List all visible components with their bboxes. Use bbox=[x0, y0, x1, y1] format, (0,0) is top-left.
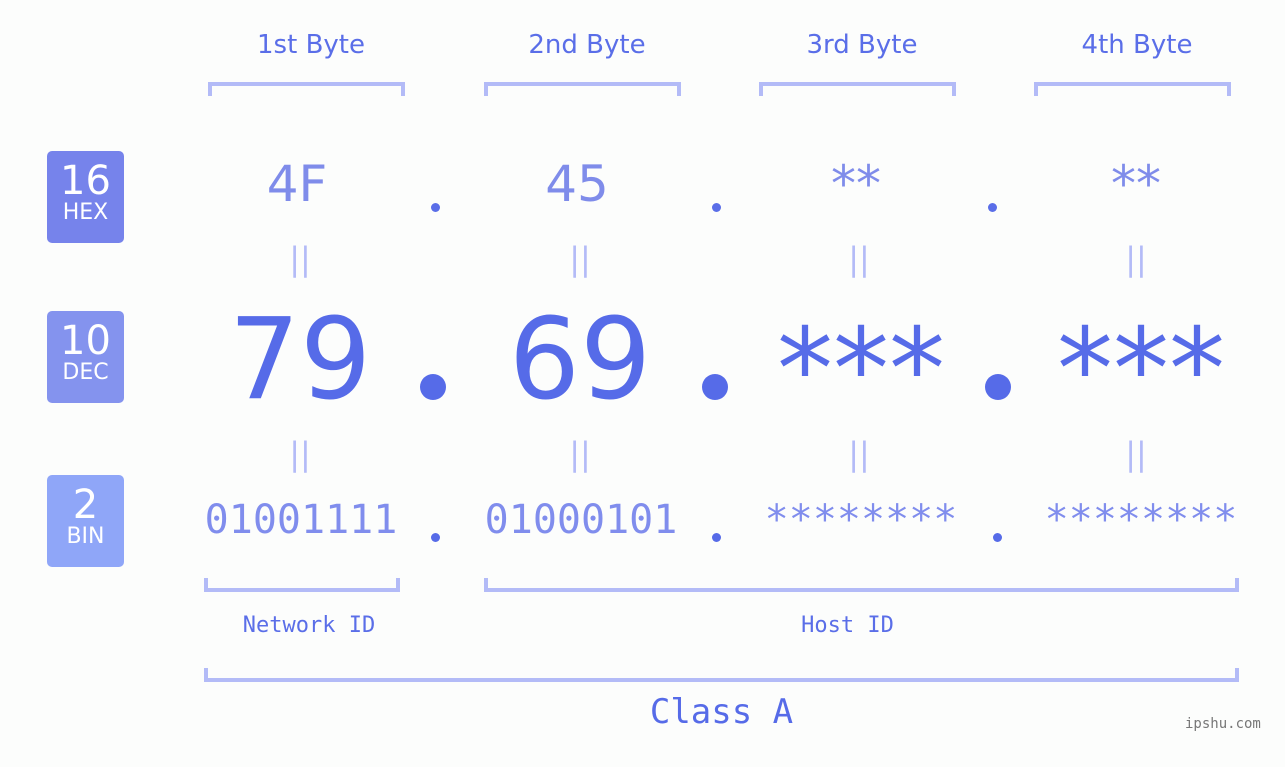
equals-sign: || bbox=[848, 240, 870, 278]
network-id-bracket bbox=[204, 578, 400, 592]
hex-byte-1: 4F bbox=[266, 155, 328, 213]
byte-header-2: 2nd Byte bbox=[528, 30, 646, 60]
equals-sign: || bbox=[569, 435, 591, 473]
byte-header-4: 4th Byte bbox=[1081, 30, 1193, 60]
watermark: ipshu.com bbox=[1185, 716, 1261, 732]
hex-badge: 16 HEX bbox=[47, 151, 124, 243]
dec-separator-dot bbox=[420, 374, 446, 400]
dec-base-number: 10 bbox=[60, 318, 111, 364]
dec-byte-1: 79 bbox=[228, 295, 372, 425]
equals-sign: || bbox=[289, 435, 311, 473]
byte-header-3: 3rd Byte bbox=[806, 30, 918, 60]
dec-separator-dot bbox=[985, 374, 1011, 400]
byte-1-bracket bbox=[208, 82, 405, 96]
network-id-label: Network ID bbox=[242, 613, 376, 638]
dec-byte-4: *** bbox=[1057, 305, 1225, 435]
hex-base-number: 16 bbox=[60, 158, 111, 204]
bin-byte-2: 01000101 bbox=[484, 497, 678, 543]
byte-3-bracket bbox=[759, 82, 956, 96]
byte-2-bracket bbox=[484, 82, 681, 96]
equals-sign: || bbox=[289, 240, 311, 278]
hex-byte-4: ** bbox=[1111, 155, 1161, 213]
hex-base-label: HEX bbox=[62, 200, 109, 225]
bin-byte-4: ******** bbox=[1044, 497, 1238, 543]
bin-base-number: 2 bbox=[72, 482, 99, 528]
hex-byte-2: 45 bbox=[545, 155, 609, 213]
class-label: Class A bbox=[649, 692, 794, 732]
equals-sign: || bbox=[848, 435, 870, 473]
equals-sign: || bbox=[569, 240, 591, 278]
bin-separator-dot bbox=[993, 533, 1002, 542]
bin-base-label: BIN bbox=[66, 524, 105, 549]
dec-byte-3: *** bbox=[777, 305, 945, 435]
hex-separator-dot bbox=[712, 203, 721, 212]
byte-4-bracket bbox=[1034, 82, 1231, 96]
bin-separator-dot bbox=[712, 533, 721, 542]
hex-separator-dot bbox=[988, 203, 997, 212]
dec-badge: 10 DEC bbox=[47, 311, 124, 403]
bin-badge: 2 BIN bbox=[47, 475, 124, 567]
dec-base-label: DEC bbox=[62, 360, 109, 385]
hex-byte-3: ** bbox=[831, 155, 881, 213]
host-id-label: Host ID bbox=[801, 613, 894, 638]
equals-sign: || bbox=[1125, 435, 1147, 473]
equals-sign: || bbox=[1125, 240, 1147, 278]
dec-separator-dot bbox=[702, 374, 728, 400]
bin-byte-1: 01001111 bbox=[204, 497, 398, 543]
host-id-bracket bbox=[484, 578, 1239, 592]
class-bracket bbox=[204, 668, 1239, 682]
bin-separator-dot bbox=[431, 533, 440, 542]
dec-byte-2: 69 bbox=[508, 295, 652, 425]
hex-separator-dot bbox=[431, 203, 440, 212]
bin-byte-3: ******** bbox=[764, 497, 958, 543]
byte-header-1: 1st Byte bbox=[257, 30, 365, 60]
